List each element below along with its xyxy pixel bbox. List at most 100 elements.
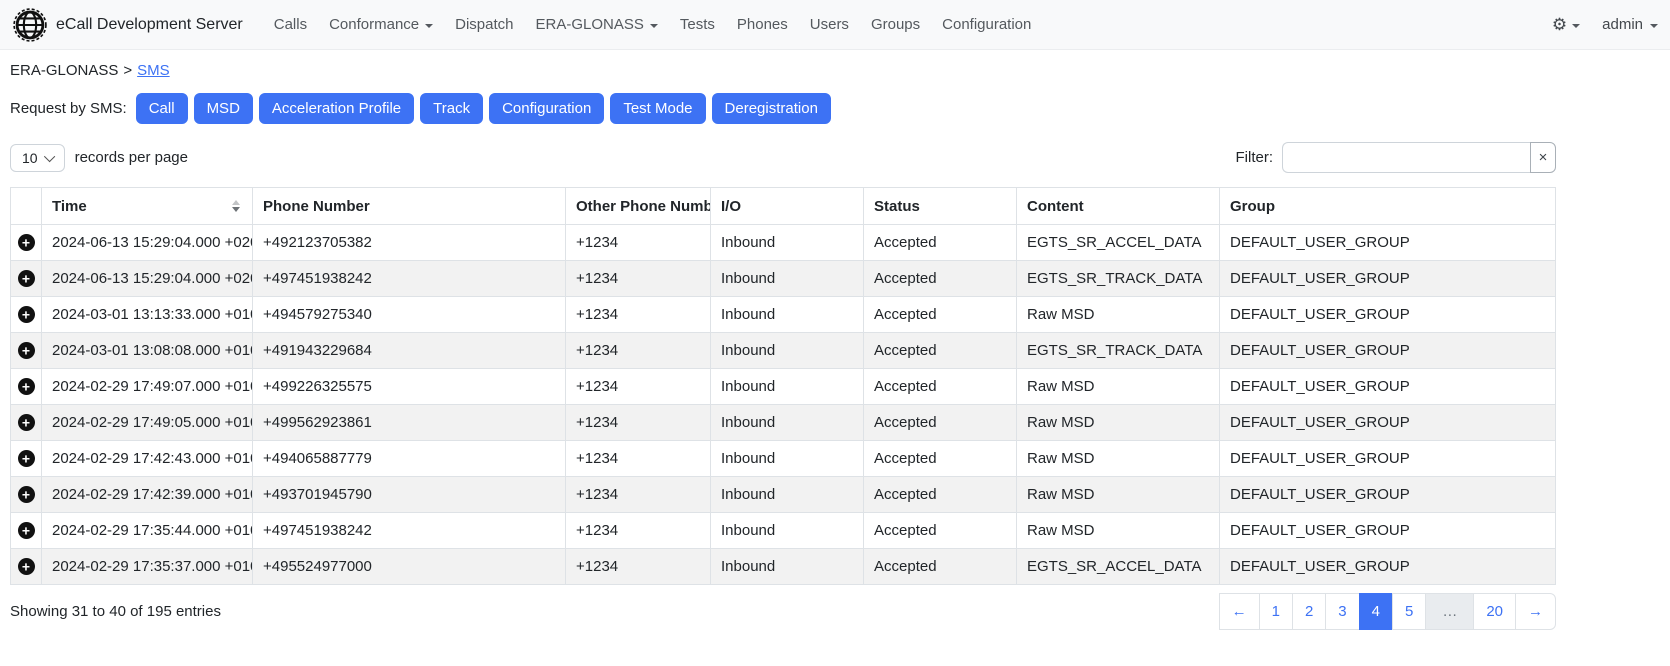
cell-content: Raw MSD [1017,477,1220,513]
cell-content: EGTS_SR_ACCEL_DATA [1017,549,1220,585]
oecon-globe-logo [12,7,48,43]
request-button[interactable]: Track [420,93,483,124]
cell-other-phone-number: +1234 [566,333,711,369]
nav-item[interactable]: Groups [860,8,931,41]
cell-io: Inbound [711,405,864,441]
cell-other-phone-number: +1234 [566,405,711,441]
expand-row-icon[interactable] [18,486,35,503]
cell-group: DEFAULT_USER_GROUP [1220,441,1556,477]
cell-time: 2024-02-29 17:42:43.000 +0100 [42,441,253,477]
cell-time: 2024-03-01 13:08:08.000 +0100 [42,333,253,369]
cell-status: Accepted [864,225,1017,261]
settings-menu[interactable]: ⚙ [1552,16,1580,33]
nav-item[interactable]: Dispatch [444,8,524,41]
nav-item[interactable]: Configuration [931,8,1042,41]
nav-item[interactable]: ERA-GLONASS [525,8,669,41]
nav-item-label: Conformance [329,16,419,33]
request-button[interactable]: Test Mode [610,93,705,124]
main-content: ERA-GLONASS>SMS Request by SMS: Call MSD… [10,50,1556,630]
table-row: 2024-02-29 17:42:43.000 +0100 +494065887… [11,441,1556,477]
nav-item[interactable]: Users [799,8,860,41]
expand-row-icon[interactable] [18,270,35,287]
page-button[interactable]: 4 [1359,593,1393,630]
page-button[interactable]: → [1515,593,1556,630]
cell-status: Accepted [864,333,1017,369]
nav-item-label: ERA-GLONASS [536,16,644,33]
nav-item-label: Configuration [942,16,1031,33]
entries-summary: Showing 31 to 40 of 195 entries [10,603,221,620]
cell-phone-number: +492123705382 [253,225,566,261]
table-row: 2024-02-29 17:35:37.000 +0100 +495524977… [11,549,1556,585]
cell-time: 2024-02-29 17:42:39.000 +0100 [42,477,253,513]
request-button[interactable]: Acceleration Profile [259,93,414,124]
page-button[interactable]: 20 [1473,593,1516,630]
caret-down-icon [425,24,433,28]
user-menu[interactable]: admin [1602,16,1658,33]
cell-io: Inbound [711,333,864,369]
col-phone-number[interactable]: Phone Number [253,188,566,225]
expand-row-icon[interactable] [18,342,35,359]
cell-content: EGTS_SR_ACCEL_DATA [1017,225,1220,261]
expand-row-icon[interactable] [18,558,35,575]
cell-phone-number: +497451938242 [253,261,566,297]
filter-clear-button[interactable]: × [1530,142,1556,173]
request-button[interactable]: Configuration [489,93,604,124]
brand[interactable]: eCall Development Server [12,7,243,43]
cell-time: 2024-02-29 17:35:37.000 +0100 [42,549,253,585]
page-button[interactable]: 5 [1392,593,1426,630]
nav-item-label: Users [810,16,849,33]
filter-group: × [1282,142,1556,173]
filter-input[interactable] [1282,142,1530,173]
request-button[interactable]: Deregistration [712,93,831,124]
col-status[interactable]: Status [864,188,1017,225]
table-header: Time Phone Number Other Phone Number I/O… [11,188,1556,225]
page-button[interactable]: 2 [1292,593,1326,630]
nav-item[interactable]: Conformance [318,8,444,41]
expand-cell [11,261,42,297]
expand-cell [11,333,42,369]
expand-row-icon[interactable] [18,234,35,251]
col-group[interactable]: Group [1220,188,1556,225]
page-button[interactable]: ← [1219,593,1260,630]
navbar-right: ⚙ admin [1552,16,1658,33]
expand-row-icon[interactable] [18,450,35,467]
top-navbar: eCall Development Server Calls Conforman… [0,0,1670,50]
expand-row-icon[interactable] [18,522,35,539]
cell-group: DEFAULT_USER_GROUP [1220,477,1556,513]
cell-phone-number: +495524977000 [253,549,566,585]
table-row: 2024-03-01 13:13:33.000 +0100 +494579275… [11,297,1556,333]
records-per-page-label: records per page [75,149,188,166]
cell-group: DEFAULT_USER_GROUP [1220,225,1556,261]
filter-controls: Filter: × [1236,142,1557,173]
table-row: 2024-02-29 17:35:44.000 +0100 +497451938… [11,513,1556,549]
cell-status: Accepted [864,441,1017,477]
sort-icon[interactable] [232,200,240,212]
page-button[interactable]: 1 [1259,593,1293,630]
col-content[interactable]: Content [1017,188,1220,225]
request-button[interactable]: MSD [194,93,253,124]
nav-item[interactable]: Tests [669,8,726,41]
nav-item[interactable]: Phones [726,8,799,41]
page-size-value: 10 [22,150,38,166]
cell-other-phone-number: +1234 [566,549,711,585]
table-row: 2024-03-01 13:08:08.000 +0100 +491943229… [11,333,1556,369]
request-button[interactable]: Call [136,93,188,124]
cell-status: Accepted [864,549,1017,585]
cell-group: DEFAULT_USER_GROUP [1220,369,1556,405]
breadcrumb-current-link[interactable]: SMS [137,62,170,79]
cell-other-phone-number: +1234 [566,297,711,333]
expand-row-icon[interactable] [18,378,35,395]
col-io[interactable]: I/O [711,188,864,225]
col-time[interactable]: Time [42,188,253,225]
col-other-phone-number[interactable]: Other Phone Number [566,188,711,225]
expand-row-icon[interactable] [18,306,35,323]
cell-phone-number: +493701945790 [253,477,566,513]
col-expand [11,188,42,225]
page-size-select[interactable]: 10 [10,144,65,172]
page-button[interactable]: 3 [1325,593,1359,630]
expand-row-icon[interactable] [18,414,35,431]
nav-item[interactable]: Calls [263,8,318,41]
table-row: 2024-02-29 17:49:07.000 +0100 +499226325… [11,369,1556,405]
page-button[interactable]: … [1425,593,1474,630]
cell-phone-number: +494065887779 [253,441,566,477]
